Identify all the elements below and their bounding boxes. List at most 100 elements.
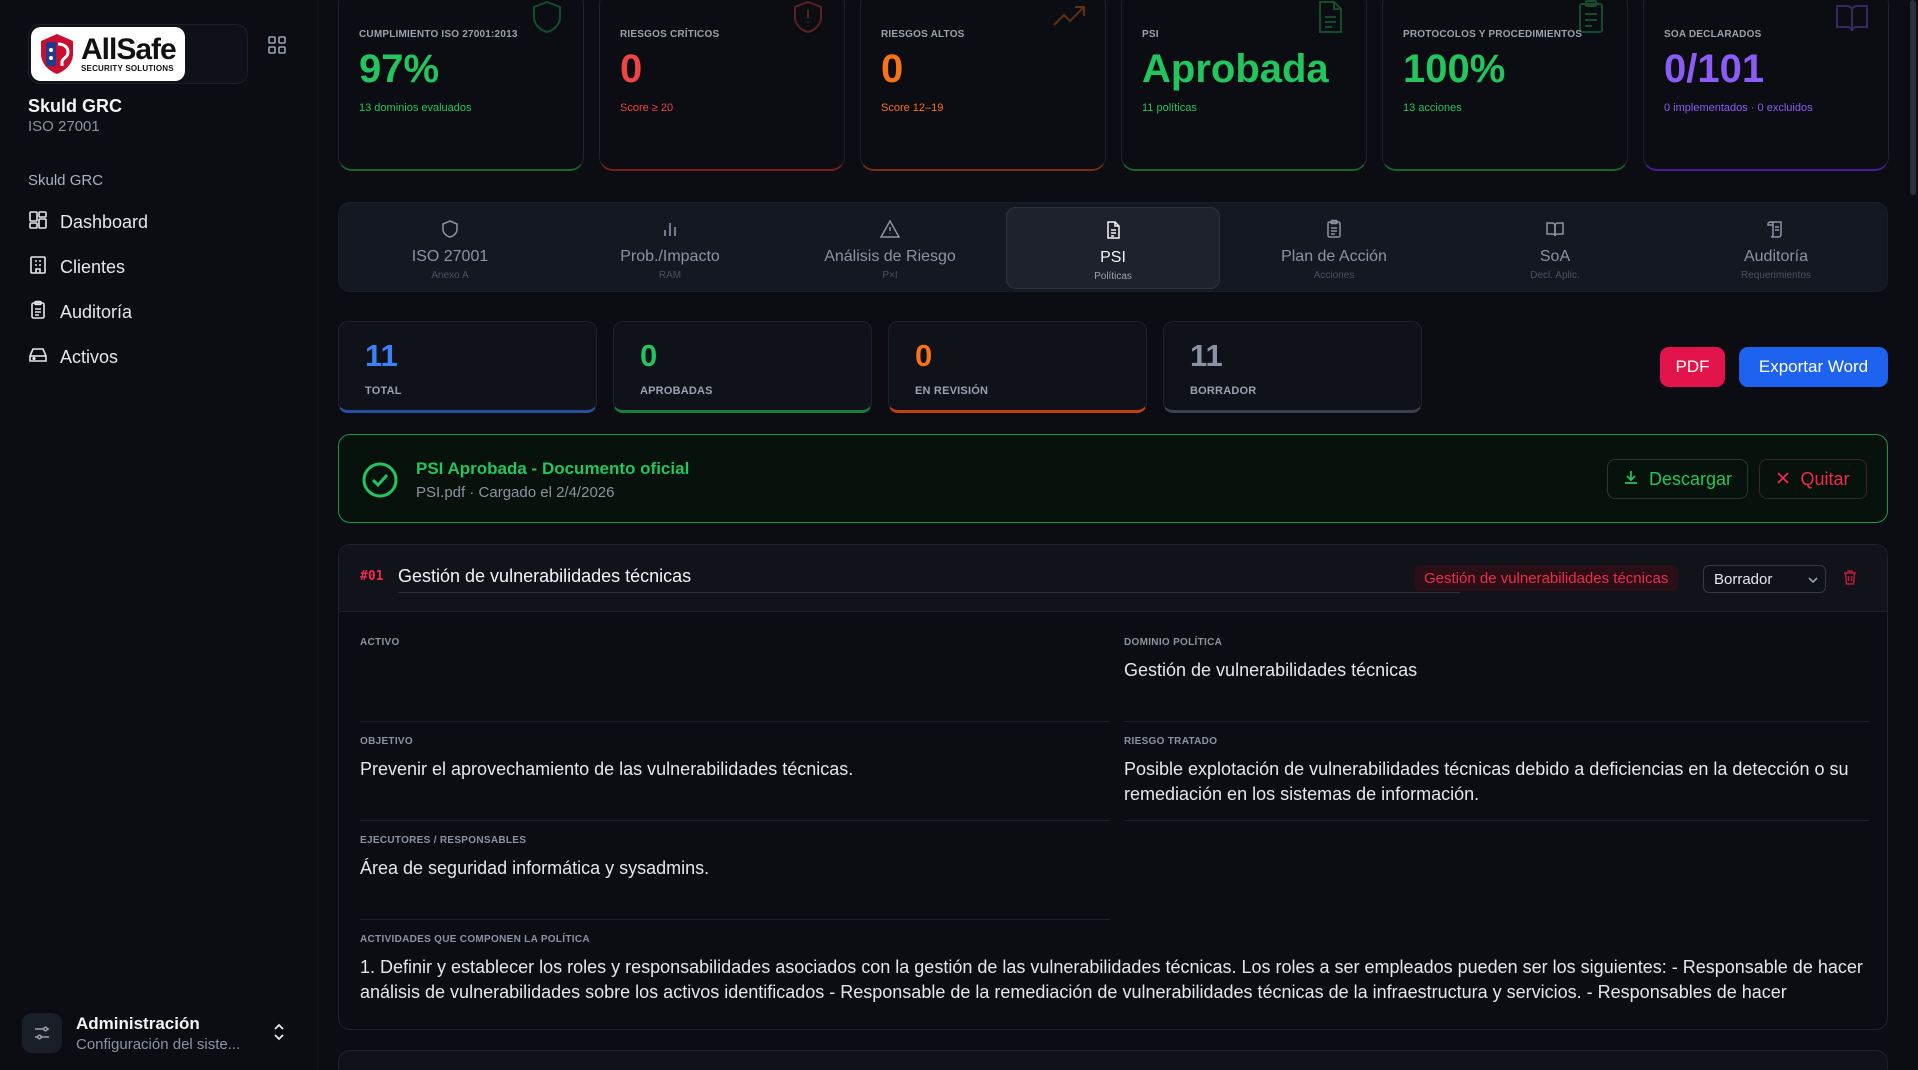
kpi-value: 97% <box>359 46 440 91</box>
field-value[interactable]: 1. Definir y establecer los roles y resp… <box>360 955 1870 1007</box>
stat-label: BORRADOR <box>1190 385 1257 397</box>
policy-number: #01 <box>360 569 384 584</box>
file-text-icon <box>1312 0 1348 35</box>
psi-approved-banner: PSI Aprobada - Documento oficial PSI.pdf… <box>338 434 1888 523</box>
tab-prob-impacto[interactable]: Prob./Impacto RAM <box>563 207 777 289</box>
download-label: Descargar <box>1648 468 1733 489</box>
kpi-card-protocols: PROTOCOLOS Y PROCEDIMIENTOS 100% 13 acci… <box>1382 0 1628 171</box>
field-divider <box>1124 721 1869 722</box>
clipboard-list-icon <box>1573 0 1609 35</box>
kpi-note: Score 12–19 <box>881 101 944 114</box>
kpi-value: 0 <box>881 46 904 91</box>
sidebar-item-auditoria[interactable]: Auditoría <box>22 293 292 331</box>
tab-label: Prob./Impacto <box>620 248 720 265</box>
remove-label: Quitar <box>1800 468 1850 489</box>
field-label: OBJETIVO <box>360 736 413 747</box>
admin-menu[interactable]: Administración Configuración del siste..… <box>22 1008 294 1058</box>
sidebar-item-label: Dashboard <box>60 211 149 232</box>
shield-icon <box>529 0 565 35</box>
stat-value: 0 <box>640 338 658 373</box>
field-activo: ACTIVO <box>360 637 1110 729</box>
field-label: ACTIVIDADES QUE COMPONEN LA POLÍTICA <box>360 934 590 945</box>
field-value[interactable]: Prevenir el aprovechamiento de las vulne… <box>360 757 1110 782</box>
sidebar-item-activos[interactable]: Activos <box>22 338 292 376</box>
kpi-card-soa: SOA DECLARADOS 0/101 0 implementados · 0… <box>1643 0 1889 171</box>
kpi-card-iso: CUMPLIMIENTO ISO 27001:2013 97% 13 domin… <box>338 0 584 171</box>
tab-label: Plan de Acción <box>1281 248 1387 265</box>
tab-sublabel: Políticas <box>1094 271 1132 282</box>
tab-psi[interactable]: PSI Políticas <box>1006 207 1220 289</box>
check-circle-icon <box>361 461 399 499</box>
export-word-button[interactable]: Exportar Word <box>1739 347 1888 387</box>
sidebar-item-label: Activos <box>60 346 119 367</box>
stat-label: APROBADAS <box>640 385 713 397</box>
stat-card-borrador: 11 BORRADOR <box>1163 321 1422 413</box>
field-value[interactable]: Área de seguridad informática y sysadmin… <box>360 856 1110 881</box>
layout-grid-icon[interactable] <box>268 36 288 56</box>
kpi-value: Aprobada <box>1142 46 1329 91</box>
field-value[interactable]: Gestión de vulnerabilidades técnicas <box>1124 658 1869 683</box>
tab-iso-27001[interactable]: ISO 27001 Anexo A <box>343 207 557 289</box>
page-scrollbar[interactable] <box>1910 0 1916 195</box>
tab-plan-accion[interactable]: Plan de Acción Acciones <box>1227 207 1441 289</box>
stat-label: EN REVISIÓN <box>915 385 989 397</box>
policy-title-input[interactable]: Gestión de vulnerabilidades técnicas <box>398 566 691 587</box>
brand-subtitle: ISO 27001 <box>28 118 100 135</box>
file-text-icon <box>1103 220 1123 245</box>
field-actividades: ACTIVIDADES QUE COMPONEN LA POLÍTICA 1. … <box>360 934 1870 1007</box>
export-pdf-button[interactable]: PDF <box>1660 347 1725 387</box>
stat-label: TOTAL <box>365 385 402 397</box>
sidebar-item-label: Auditoría <box>60 301 133 322</box>
policy-header: #01 Gestión de vulnerabilidades técnicas… <box>339 545 1887 612</box>
download-icon <box>1623 469 1639 490</box>
kpi-card-critical-risks: RIESGOS CRÍTICOS 0 Score ≥ 20 <box>599 0 845 171</box>
kpi-card-high-risks: RIESGOS ALTOS 0 Score 12–19 <box>860 0 1106 171</box>
kpi-note: 13 acciones <box>1403 101 1462 114</box>
brand-name: Skuld GRC <box>28 96 123 116</box>
logo-tagline: SECURITY SOLUTIONS <box>81 64 174 73</box>
stat-card-en-revision: 0 EN REVISIÓN <box>888 321 1147 413</box>
org-switcher[interactable]: AllSafe SECURITY SOLUTIONS <box>28 24 248 84</box>
hard-drive-icon <box>28 345 48 370</box>
kpi-value: 0/101 <box>1664 46 1765 91</box>
remove-button[interactable]: Quitar <box>1759 459 1867 499</box>
policy-status-value: Borrador <box>1714 570 1773 588</box>
tab-sublabel: Requerimientos <box>1740 270 1812 281</box>
download-button[interactable]: Descargar <box>1607 459 1748 499</box>
sidebar-item-clientes[interactable]: Clientes <box>22 248 292 286</box>
tab-analisis-riesgo[interactable]: Análisis de Riesgo P×I <box>783 207 997 289</box>
nav-section-heading: Skuld GRC <box>28 172 104 189</box>
chevron-up-down-icon <box>272 1022 286 1047</box>
section-tabs: ISO 27001 Anexo A Prob./Impacto RAM Anál… <box>338 202 1888 292</box>
field-label: DOMINIO POLÍTICA <box>1124 637 1223 648</box>
stat-card-total: 11 TOTAL <box>338 321 597 413</box>
field-dominio: DOMINIO POLÍTICA Gestión de vulnerabilid… <box>1124 637 1869 729</box>
clipboard-list-icon <box>1324 219 1344 244</box>
shield-icon <box>440 219 460 244</box>
tab-label: PSI <box>1100 249 1126 266</box>
trash-icon[interactable] <box>1841 568 1859 586</box>
policy-domain-badge: Gestión de vulnerabilidades técnicas <box>1414 565 1679 591</box>
policy-card: #01 Gestión de vulnerabilidades técnicas… <box>338 544 1888 1030</box>
stat-value: 0 <box>915 338 933 373</box>
field-divider <box>360 919 1110 920</box>
book-open-icon <box>1834 0 1870 35</box>
tab-auditoria[interactable]: Auditoría Requerimientos <box>1669 207 1883 289</box>
kpi-note: 0 implementados · 0 excluidos <box>1664 101 1813 114</box>
stat-value: 11 <box>1190 338 1223 373</box>
sidebar: AllSafe SECURITY SOLUTIONS Skuld GRC ISO… <box>0 0 318 1070</box>
tab-soa[interactable]: SoA Decl. Aplic. <box>1448 207 1662 289</box>
policy-status-select[interactable]: Borrador <box>1703 565 1826 593</box>
sidebar-item-dashboard[interactable]: Dashboard <box>22 203 292 241</box>
policy-card-next <box>338 1050 1888 1070</box>
kpi-card-psi: PSI Aprobada 11 políticas <box>1121 0 1367 171</box>
field-value[interactable]: Posible explotación de vulnerabilidades … <box>1124 757 1869 807</box>
tab-sublabel: P×I <box>882 270 898 281</box>
policy-title-underline <box>398 592 1460 593</box>
banner-file-info: PSI.pdf · Cargado el 2/4/2026 <box>416 484 615 501</box>
sliders-icon <box>22 1013 62 1053</box>
tab-sublabel: Anexo A <box>431 270 469 281</box>
field-label: ACTIVO <box>360 637 400 648</box>
tab-label: SoA <box>1539 248 1571 265</box>
field-objetivo: OBJETIVO Prevenir el aprovechamiento de … <box>360 736 1110 828</box>
